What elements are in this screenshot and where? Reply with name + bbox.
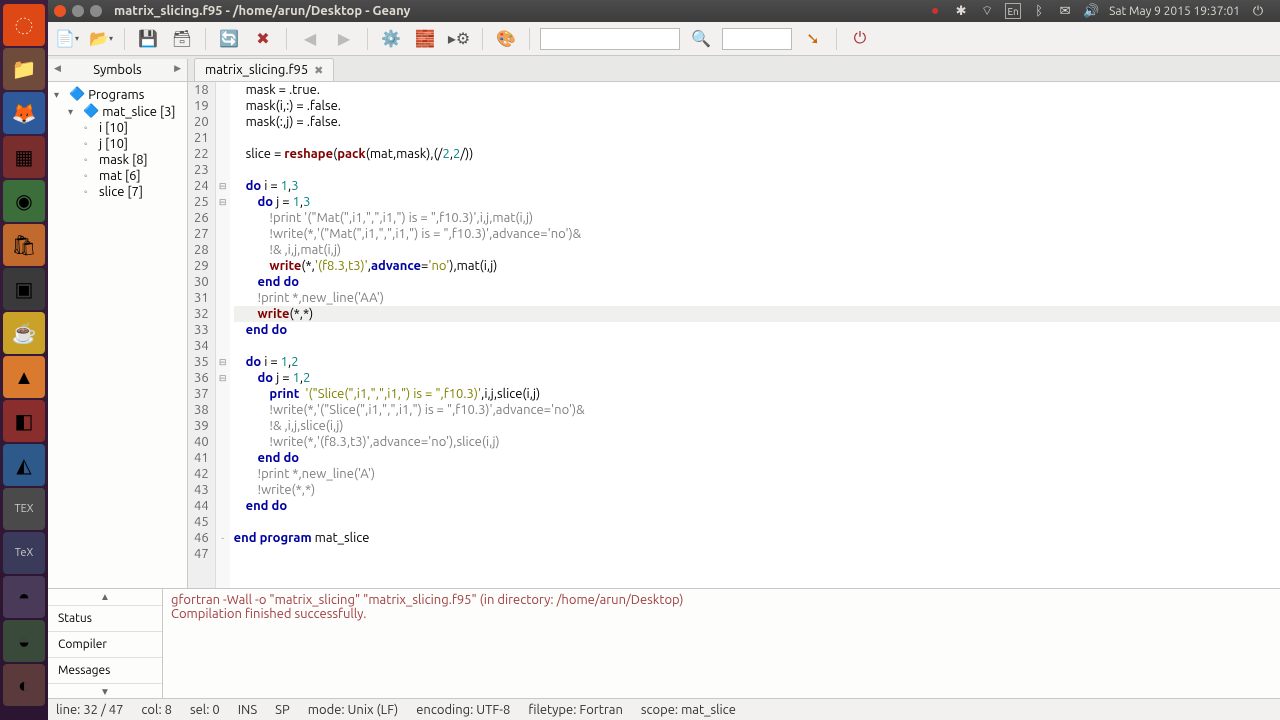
mail-icon[interactable]: ✉	[1057, 3, 1073, 19]
nav-forward-button[interactable]: ▶	[331, 26, 357, 52]
save-all-button[interactable]: 🗃	[169, 26, 195, 52]
quit-button[interactable]: ⏻	[847, 26, 873, 52]
status-ins: INS	[238, 703, 257, 717]
launcher-tex2-icon[interactable]: TeX	[3, 532, 45, 574]
dropbox-icon[interactable]: ✱	[953, 3, 969, 19]
reload-button[interactable]: 🔄	[216, 26, 242, 52]
compiler-output[interactable]: gfortran -Wall -o "matrix_slicing" "matr…	[163, 589, 1280, 698]
statusbar: line: 32 / 47 col: 8 sel: 0 INS SP mode:…	[48, 698, 1280, 720]
launcher-tex-icon[interactable]: TEX	[3, 488, 45, 530]
new-file-button[interactable]: 📄▾	[54, 26, 80, 52]
bottom-tab-compiler[interactable]: Compiler	[48, 632, 162, 658]
goto-line-input[interactable]	[722, 28, 792, 50]
power-icon[interactable]: ⏻	[1250, 3, 1266, 19]
clock[interactable]: Sat May 9 2015 19:37:01	[1109, 5, 1240, 18]
close-button[interactable]: ✖	[250, 26, 276, 52]
workspace: ▾🔷 Programs ▾🔷 mat_slice [3] ◦i [10] ◦j …	[48, 82, 1280, 588]
launcher-terminal-icon[interactable]: ▣	[3, 268, 45, 310]
launcher-geany-icon[interactable]: ☕	[3, 312, 45, 354]
bottom-tab-messages[interactable]: Messages	[48, 658, 162, 684]
open-file-button[interactable]: 📂▾	[88, 26, 114, 52]
line-number-gutter: 1819202122232425262728293031323334353637…	[188, 82, 216, 588]
bottom-tabs: ▲ Status Compiler Messages ▼	[48, 589, 163, 698]
launcher-vlc-icon[interactable]: ▲	[3, 356, 45, 398]
launcher-app-icon[interactable]: ▦	[3, 136, 45, 178]
execute-button[interactable]: ▸⚙	[446, 26, 472, 52]
tree-var[interactable]: ◦mask [8]	[50, 152, 185, 168]
window-minimize-icon[interactable]	[72, 5, 84, 17]
color-chooser-button[interactable]: 🎨	[493, 26, 519, 52]
tabbar: ◀ Symbols ▶ matrix_slicing.f95 ✖	[48, 56, 1280, 82]
wifi-icon[interactable]: ⌔	[979, 3, 995, 19]
bottom-tab-status[interactable]: Status	[48, 606, 162, 632]
file-tab[interactable]: matrix_slicing.f95 ✖	[194, 58, 334, 81]
goto-line-button[interactable]: ➘	[800, 26, 826, 52]
launcher-software-icon[interactable]: 🛍	[3, 224, 45, 266]
sidebar-right-arrow-icon[interactable]: ▶	[170, 63, 185, 74]
record-icon[interactable]: ⏺	[927, 3, 943, 19]
titlebar: matrix_slicing.f95 - /home/arun/Desktop …	[48, 0, 1280, 22]
status-line: line: 32 / 47	[56, 703, 123, 717]
launcher-app4-icon[interactable]: ◓	[3, 576, 45, 618]
bluetooth-icon[interactable]: ᛒ	[1031, 3, 1047, 19]
build-button[interactable]: 🧱	[412, 26, 438, 52]
window-title: matrix_slicing.f95 - /home/arun/Desktop …	[114, 4, 410, 18]
launcher-app3-icon[interactable]: ◭	[3, 444, 45, 486]
unity-launcher: ◌ 📁 🦊 ▦ ◉ 🛍 ▣ ☕ ▲ ◧ ◭ TEX TeX ◓ ◒ ◐	[0, 0, 48, 720]
toolbar: 📄▾ 📂▾ 💾 🗃 🔄 ✖ ◀ ▶ ⚙️ 🧱 ▸⚙ 🎨 🔍 ➘ ⏻	[48, 22, 1280, 56]
status-sel: sel: 0	[190, 703, 220, 717]
search-input[interactable]	[540, 28, 680, 50]
output-line: gfortran -Wall -o "matrix_slicing" "matr…	[171, 593, 1272, 607]
tab-label: matrix_slicing.f95	[205, 63, 308, 77]
output-line: Compilation finished successfully.	[171, 607, 1272, 621]
volume-icon[interactable]: 🔊	[1083, 3, 1099, 19]
tree-var[interactable]: ◦j [10]	[50, 136, 185, 152]
tree-root[interactable]: ▾🔷 Programs	[50, 86, 185, 103]
ubuntu-dash-icon[interactable]: ◌	[3, 4, 45, 46]
launcher-app6-icon[interactable]: ◐	[3, 664, 45, 706]
tree-var[interactable]: ◦mat [6]	[50, 168, 185, 184]
symbols-sidebar[interactable]: ▾🔷 Programs ▾🔷 mat_slice [3] ◦i [10] ◦j …	[48, 82, 188, 588]
status-encoding: encoding: UTF-8	[416, 703, 510, 717]
status-col: col: 8	[141, 703, 172, 717]
status-mode: mode: Unix (LF)	[308, 703, 398, 717]
window-close-icon[interactable]	[54, 5, 66, 17]
fold-gutter[interactable]: ⊟⊟⊟⊟-	[216, 82, 230, 588]
launcher-firefox-icon[interactable]: 🦊	[3, 92, 45, 134]
sidebar-left-arrow-icon[interactable]: ◀	[50, 63, 65, 74]
window-controls	[54, 5, 102, 17]
language-indicator[interactable]: En	[1005, 3, 1021, 19]
compile-button[interactable]: ⚙️	[378, 26, 404, 52]
system-tray: ⏺ ✱ ⌔ En ᛒ ✉ 🔊 Sat May 9 2015 19:37:01 ⏻	[927, 3, 1274, 19]
main-area: matrix_slicing.f95 - /home/arun/Desktop …	[48, 0, 1280, 720]
tree-var[interactable]: ◦i [10]	[50, 120, 185, 136]
code-editor[interactable]: 1819202122232425262728293031323334353637…	[188, 82, 1280, 588]
tree-var[interactable]: ◦slice [7]	[50, 184, 185, 200]
window-maximize-icon[interactable]	[90, 5, 102, 17]
status-filetype: filetype: Fortran	[528, 703, 623, 717]
launcher-files-icon[interactable]: 📁	[3, 48, 45, 90]
launcher-app2-icon[interactable]: ◧	[3, 400, 45, 442]
status-scope: scope: mat_slice	[641, 703, 736, 717]
save-button[interactable]: 💾	[135, 26, 161, 52]
code-content[interactable]: mask = .true. mask(i,:) = .false. mask(:…	[230, 82, 1280, 588]
bottom-tab-up-arrow-icon[interactable]: ▲	[48, 589, 162, 606]
status-sp: SP	[275, 703, 290, 717]
tab-close-icon[interactable]: ✖	[314, 64, 323, 77]
search-icon[interactable]: 🔍	[688, 26, 714, 52]
launcher-app5-icon[interactable]: ◒	[3, 620, 45, 662]
launcher-chrome-icon[interactable]: ◉	[3, 180, 45, 222]
bottom-panel: ▲ Status Compiler Messages ▼ gfortran -W…	[48, 588, 1280, 698]
sidebar-header[interactable]: ◀ Symbols ▶	[48, 59, 188, 81]
tree-program[interactable]: ▾🔷 mat_slice [3]	[50, 103, 185, 120]
nav-back-button[interactable]: ◀	[297, 26, 323, 52]
